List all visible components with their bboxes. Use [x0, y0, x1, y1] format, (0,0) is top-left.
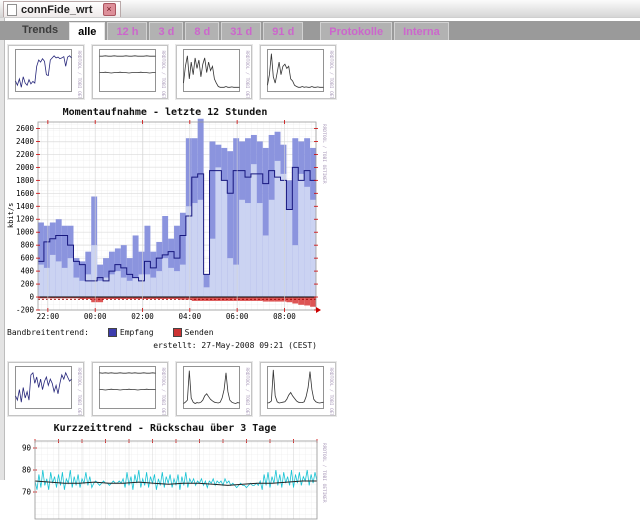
- svg-text:RRDTOOL / TOBI OETIKER: RRDTOOL / TOBI OETIKER: [160, 368, 166, 416]
- chart-created-timestamp: erstellt: 27-May-2008 09:21 (CEST): [153, 341, 317, 350]
- thumbnail-row-top: RRDTOOL / TOBI OETIKER RRDTOOL / TOBI OE…: [8, 45, 639, 99]
- svg-text:1000: 1000: [16, 228, 35, 237]
- thumbnail-senden-12h[interactable]: RRDTOOL / TOBI OETIKER: [92, 45, 168, 99]
- thumbnail-empfang-3d[interactable]: RRDTOOL / TOBI OETIKER: [8, 362, 84, 416]
- svg-text:RRDTOOL / TOBI OETIKER: RRDTOOL / TOBI OETIKER: [244, 368, 250, 416]
- tab-strip: Trends alle 12 h 3 d 8 d 31 d 91 d Proto…: [0, 21, 640, 40]
- svg-text:22:00: 22:00: [37, 312, 60, 321]
- tab-alle[interactable]: alle: [69, 22, 106, 40]
- svg-text:2200: 2200: [16, 150, 35, 159]
- legend-empfang-label: Empfang: [119, 328, 154, 337]
- svg-text:00:00: 00:00: [84, 312, 107, 321]
- svg-text:2400: 2400: [16, 137, 35, 146]
- thumbnail-senden-3d[interactable]: RRDTOOL / TOBI OETIKER: [92, 362, 168, 416]
- legend-label: Bandbreitentrend:: [7, 328, 89, 337]
- svg-text:400: 400: [20, 267, 34, 276]
- tab-12h[interactable]: 12 h: [107, 22, 148, 40]
- svg-text:70: 70: [22, 488, 32, 497]
- svg-text:1400: 1400: [16, 202, 35, 211]
- document-icon: [7, 3, 17, 16]
- main-chart-legend: Bandbreitentrend: Empfang Senden: [7, 328, 325, 337]
- svg-text:1200: 1200: [16, 215, 35, 224]
- content-area: RRDTOOL / TOBI OETIKER RRDTOOL / TOBI OE…: [5, 40, 639, 520]
- svg-text:02:00: 02:00: [131, 312, 154, 321]
- svg-text:08:00: 08:00: [273, 312, 296, 321]
- thumbnail-row-bottom: RRDTOOL / TOBI OETIKER RRDTOOL / TOBI OE…: [8, 362, 639, 416]
- svg-text:RRDTOOL / TOBI OETIKER: RRDTOOL / TOBI OETIKER: [244, 51, 250, 99]
- legend-empfang-swatch: [107, 328, 117, 337]
- svg-text:RRDTOOL / TOBI OETIKER: RRDTOOL / TOBI OETIKER: [328, 368, 334, 416]
- svg-text:RRDTOOL / TOBI OETIKER: RRDTOOL / TOBI OETIKER: [160, 51, 166, 99]
- tab-interna[interactable]: Interna: [394, 22, 449, 40]
- window-tab[interactable]: connFide_wrt ×: [3, 1, 121, 17]
- svg-text:600: 600: [20, 254, 34, 263]
- window-titlebar: connFide_wrt ×: [0, 0, 640, 18]
- window-left-border: [0, 0, 5, 480]
- svg-text:1800: 1800: [16, 176, 35, 185]
- svg-text:RRDTOOL / TOBI OETIKER: RRDTOOL / TOBI OETIKER: [76, 368, 82, 416]
- svg-text:RRDTOOL / TOBI OETIKER: RRDTOOL / TOBI OETIKER: [328, 51, 334, 99]
- svg-text:06:00: 06:00: [226, 312, 249, 321]
- thumbnail-empfang-12h[interactable]: RRDTOOL / TOBI OETIKER: [8, 45, 84, 99]
- bottom-chart-title: Kurzzeittrend - Rückschau über 3 Tage: [53, 423, 277, 434]
- main-chart: -200 0 200 400 600 800 1000 1200 1400 1600 1800 200…: [7, 118, 327, 321]
- svg-text:90: 90: [22, 444, 32, 453]
- svg-text:200: 200: [20, 280, 34, 289]
- svg-text:RRDTOOL / TOBI OETIKER: RRDTOOL / TOBI OETIKER: [321, 443, 327, 503]
- tab-91d[interactable]: 91 d: [263, 22, 304, 40]
- bottom-chart: 70 80 90 RRDTOOL / TOBI OETIKER: [22, 439, 327, 520]
- bottom-chart-block: 70 80 90 RRDTOOL / TOBI OETIKER: [5, 436, 639, 531]
- svg-text:RRDTOOL / TOBI OETIKER: RRDTOOL / TOBI OETIKER: [321, 124, 327, 184]
- svg-text:2600: 2600: [16, 124, 35, 133]
- tab-protokolle[interactable]: Protokolle: [320, 22, 393, 40]
- thumbnail-chart-8[interactable]: RRDTOOL / TOBI OETIKER: [260, 362, 336, 416]
- legend-senden-label: Senden: [184, 328, 214, 337]
- close-icon[interactable]: ×: [102, 3, 116, 16]
- tab-3d[interactable]: 3 d: [149, 22, 184, 40]
- svg-text:RRDTOOL / TOBI OETIKER: RRDTOOL / TOBI OETIKER: [76, 51, 82, 99]
- tabs-section-label: Trends: [22, 24, 59, 36]
- svg-text:2000: 2000: [16, 163, 35, 172]
- thumbnail-chart-4[interactable]: RRDTOOL / TOBI OETIKER: [260, 45, 336, 99]
- svg-text:-200: -200: [16, 306, 35, 315]
- svg-text:0: 0: [29, 293, 34, 302]
- svg-text:1600: 1600: [16, 189, 35, 198]
- svg-text:800: 800: [20, 241, 34, 250]
- tab-8d[interactable]: 8 d: [185, 22, 220, 40]
- tab-31d[interactable]: 31 d: [221, 22, 262, 40]
- main-chart-block: Momentaufnahme - letzte 12 Stunden -200 0…: [5, 107, 639, 350]
- legend-senden-swatch: [172, 328, 182, 337]
- thumbnail-chart-7[interactable]: RRDTOOL / TOBI OETIKER: [176, 362, 252, 416]
- main-chart-title: Momentaufnahme - letzte 12 Stunden: [62, 107, 268, 118]
- svg-text:kbit/s: kbit/s: [7, 203, 15, 228]
- window-title: connFide_wrt: [21, 3, 93, 16]
- svg-text:04:00: 04:00: [179, 312, 202, 321]
- thumbnail-chart-3[interactable]: RRDTOOL / TOBI OETIKER: [176, 45, 252, 99]
- svg-text:80: 80: [22, 466, 32, 475]
